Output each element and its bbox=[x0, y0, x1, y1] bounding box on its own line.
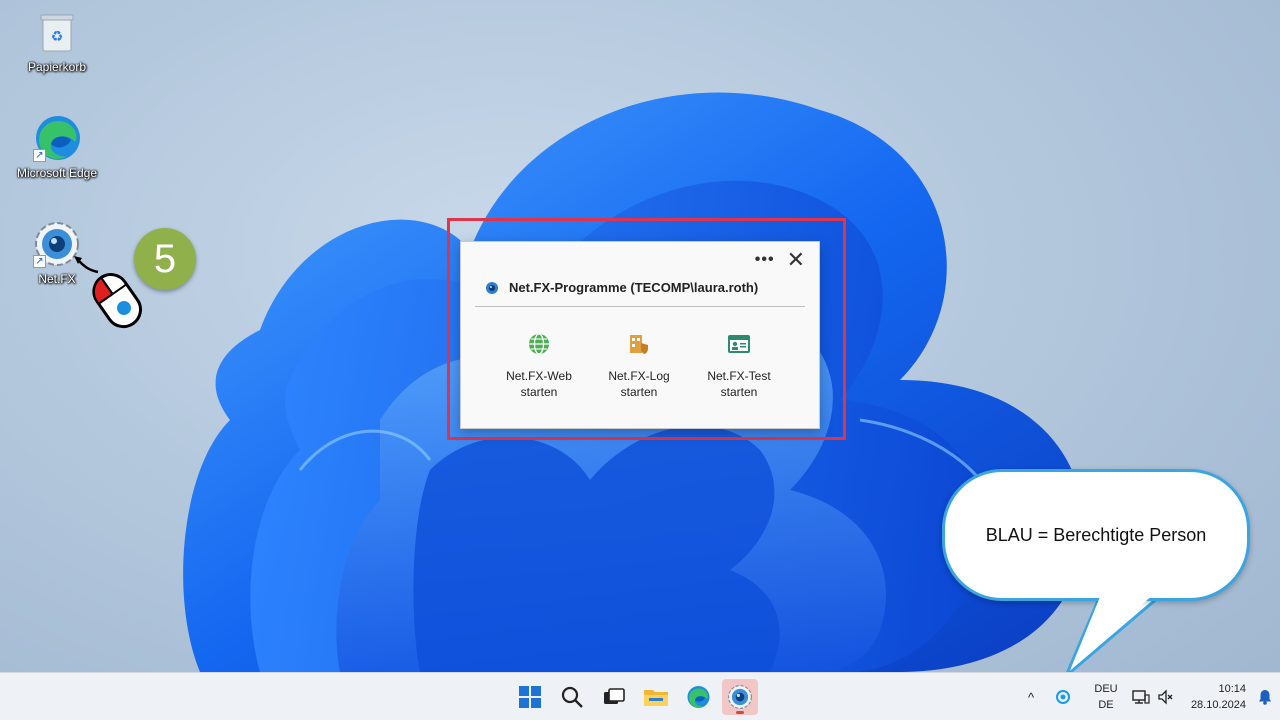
svg-text:♻: ♻ bbox=[51, 29, 64, 45]
netfx-test-label-line1: Net.FX-Test bbox=[707, 369, 771, 383]
clock-date: 28.10.2024 bbox=[1190, 699, 1246, 711]
netfx-tray-button[interactable] bbox=[1042, 673, 1084, 720]
taskbar: ^ DEU DE 10:14 28.10.2024 bbox=[0, 672, 1280, 720]
system-tray: ^ DEU DE 10:14 28.10.2024 bbox=[1020, 673, 1280, 720]
recycle-bin-icon: ♻ bbox=[33, 8, 81, 56]
callout-bubble: BLAU = Berechtigte Person bbox=[942, 469, 1250, 601]
task-view-icon bbox=[604, 688, 625, 704]
netfx-web-label-line1: Net.FX-Web bbox=[506, 369, 572, 383]
netfx-log-label-line2: starten bbox=[620, 385, 658, 399]
edge-icon: ↗ bbox=[33, 114, 81, 162]
edge-icon bbox=[687, 686, 710, 708]
file-explorer-icon bbox=[644, 690, 668, 706]
chevron-up-icon: ^ bbox=[1027, 689, 1035, 705]
id-card-icon bbox=[727, 332, 751, 356]
desktop-icon-edge[interactable]: ↗ Microsoft Edge bbox=[12, 114, 102, 180]
bell-icon bbox=[1259, 690, 1271, 705]
netfx-test-label-line2: starten bbox=[720, 385, 758, 399]
edge-taskbar-button[interactable] bbox=[680, 679, 716, 715]
search-button[interactable] bbox=[554, 679, 590, 715]
start-icon bbox=[519, 686, 541, 708]
clock-button[interactable]: 10:14 28.10.2024 bbox=[1178, 673, 1246, 720]
file-explorer-button[interactable] bbox=[638, 679, 674, 715]
step-number-badge: 5 bbox=[134, 228, 196, 290]
clock-time: 10:14 bbox=[1218, 683, 1246, 695]
desktop-icon-recycle-bin[interactable]: ♻ Papierkorb bbox=[12, 8, 102, 74]
show-hidden-icons-button[interactable]: ^ bbox=[1020, 673, 1042, 720]
callout-text: BLAU = Berechtigte Person bbox=[985, 524, 1207, 545]
keyboard-layout: DE bbox=[1098, 699, 1114, 711]
netfx-web-start-button[interactable]: Net.FX-Web starten bbox=[503, 332, 575, 400]
shortcut-arrow-icon: ↗ bbox=[33, 149, 46, 162]
language-code: DEU bbox=[1094, 683, 1118, 695]
edge-label: Microsoft Edge bbox=[16, 166, 98, 180]
task-view-button[interactable] bbox=[596, 679, 632, 715]
globe-icon bbox=[527, 332, 551, 356]
netfx-small-icon bbox=[486, 281, 498, 294]
netfx-icon bbox=[728, 685, 752, 709]
start-button[interactable] bbox=[512, 679, 548, 715]
shortcut-arrow-icon: ↗ bbox=[33, 255, 46, 268]
building-shield-icon bbox=[627, 332, 651, 356]
netfx-test-start-button[interactable]: Net.FX-Test starten bbox=[703, 332, 775, 400]
recycle-bin-label: Papierkorb bbox=[27, 60, 87, 74]
input-language-button[interactable]: DEU DE bbox=[1084, 673, 1128, 720]
netfx-log-start-button[interactable]: Net.FX-Log starten bbox=[603, 332, 675, 400]
popup-title: Net.FX-Programme (TECOMP\laura.roth) bbox=[509, 280, 759, 295]
more-options-button[interactable]: ••• bbox=[755, 251, 775, 269]
netfx-tray-icon bbox=[1056, 690, 1070, 704]
search-icon bbox=[561, 686, 583, 708]
volume-button[interactable] bbox=[1154, 673, 1178, 720]
netfx-log-label-line1: Net.FX-Log bbox=[608, 369, 670, 383]
netfx-programs-popup: ••• ✕ Net.FX-Programme (TECOMP\laura.rot… bbox=[460, 241, 820, 429]
network-icon bbox=[1132, 690, 1150, 704]
netfx-taskbar-button[interactable] bbox=[722, 679, 758, 715]
notifications-button[interactable] bbox=[1250, 673, 1280, 720]
netfx-web-label-line2: starten bbox=[520, 385, 558, 399]
volume-muted-icon bbox=[1158, 689, 1173, 705]
network-button[interactable] bbox=[1128, 673, 1154, 720]
popup-divider bbox=[475, 306, 805, 307]
close-button[interactable]: ✕ bbox=[787, 249, 805, 271]
